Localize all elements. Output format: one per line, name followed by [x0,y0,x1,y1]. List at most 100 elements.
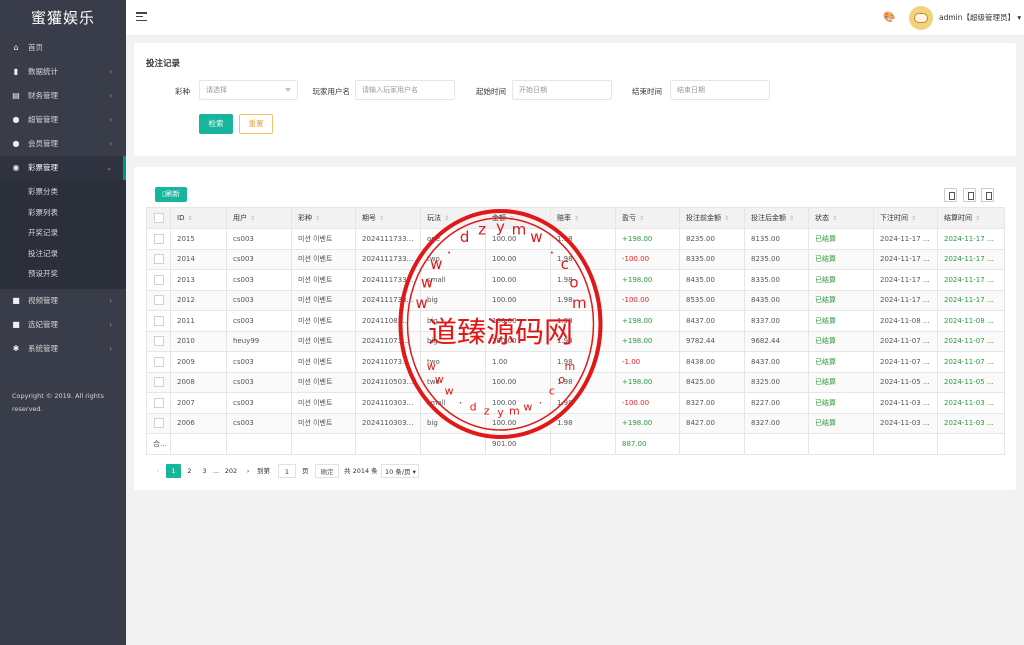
table-row[interactable]: 2006 cs003 미션 이벤트 202411030333... big 100.00 1… [146,412,1005,434]
avatar[interactable] [909,6,933,30]
sort-icon[interactable]: ⇕ [975,215,980,222]
row-checkbox[interactable] [153,233,164,244]
table-row[interactable]: 2015 cs003 미션 이벤트 202411173335 one 100.00 1.98… [146,228,1005,250]
sidebar-sidebar-items-1[interactable]: ▮ 数据统计 › [0,60,126,84]
table-cell: 2024-11-05 ... [873,371,938,393]
column-header[interactable]: 玩法 ⇕ [420,207,486,229]
goto-page-input[interactable]: 1 [278,464,296,478]
column-header[interactable]: 结算时间 ⇕ [937,207,1005,229]
export-button[interactable] [963,188,976,202]
column-header[interactable]: ID ⇕ [170,207,227,229]
table-row[interactable]: 2011 cs003 미션 이벤트 202411083... big 100.00 1.98… [146,310,1005,332]
sidebar-sidebar-items-4[interactable]: ● 会员管理 › [0,132,126,156]
table-cell: 8335.00 [679,248,745,270]
column-header[interactable]: 状态 ⇕ [808,207,874,229]
column-header[interactable]: 金额 ⇕ [485,207,551,229]
submenu-item-1[interactable]: 彩票列表 [0,203,126,224]
next-page-button[interactable]: › [244,464,252,478]
table-row[interactable]: 2013 cs003 미션 이벤트 202411173335 small 100.00 1.… [146,269,1005,291]
row-select-cell [146,412,171,434]
sort-icon[interactable]: ⇕ [832,215,837,222]
row-checkbox[interactable] [153,418,164,429]
page-button[interactable]: 202 [223,464,239,478]
print-button[interactable] [981,188,994,202]
column-header[interactable]: 期号 ⇕ [355,207,421,229]
column-header[interactable]: 投注前金额 ⇕ [679,207,745,229]
sort-icon[interactable]: ⇕ [509,215,514,222]
sort-icon[interactable]: ⇕ [379,215,384,222]
sort-icon[interactable]: ⇕ [444,215,449,222]
sort-icon[interactable]: ⇕ [724,215,729,222]
end-date-input[interactable]: 结束日期 [670,80,770,100]
sort-icon[interactable]: ⇕ [911,215,916,222]
table-cell: 8438.00 [679,351,745,373]
table-cell: 2013 [170,269,227,291]
table-row[interactable]: 2009 cs003 미션 이벤트 202411073... two 1.00 1.98 -1… [146,351,1005,373]
column-filter-button[interactable] [944,188,957,202]
row-checkbox[interactable] [153,254,164,265]
sidebar-sidebar-items-5[interactable]: ◉ 彩票管理 ⌄ [0,156,126,180]
row-checkbox[interactable] [153,356,164,367]
column-header[interactable]: 彩种 ⇕ [291,207,356,229]
menu-toggle-icon[interactable] [136,12,147,22]
table-cell: 8337.00 [744,310,809,332]
submenu-item-4[interactable]: 预设开奖 [0,264,126,285]
table-cell: 已结算 [808,310,874,332]
page-button[interactable]: 2 [183,464,196,478]
goto-confirm-button[interactable]: 确定 [315,464,339,478]
page-size-select[interactable]: 10 条/页 ▾ [381,464,419,478]
table-row[interactable]: 2010 heuy99 미션 이벤트 202411073... big 100.00 1.9… [146,330,1005,352]
table-cell: 미션 이벤트 [291,289,356,311]
palette-icon[interactable]: 🎨 [883,12,895,23]
player-username-input[interactable]: 请输入玩家用户名 [355,80,455,100]
table-row[interactable]: 2012 cs003 미션 이벤트 202411173335 big 100.00 1.98… [146,289,1005,311]
refresh-button[interactable]: ▯刷新 [155,187,187,202]
sort-icon[interactable]: ⇕ [315,215,320,222]
sort-icon[interactable]: ⇕ [250,215,255,222]
prev-page-button[interactable]: ‹ [154,464,162,478]
start-date-input[interactable]: 开始日期 [512,80,612,100]
column-header[interactable]: 下注时间 ⇕ [873,207,938,229]
table-cell: 202411073... [355,351,421,373]
table-card: ▯刷新 ID ⇕ 用户 ⇕ 彩种 ⇕ 期号 ⇕ 玩法 ⇕ 金额 ⇕ 赔率 ⇕ 盈亏 ⇕ 投注前金额 ⇕ 投注后金额 ⇕… [134,167,1016,490]
sort-icon[interactable]: ⇕ [789,215,794,222]
column-header[interactable]: 投注后金额 ⇕ [744,207,809,229]
sidebar-sidebar-items_after-0[interactable]: ■ 视频管理 › [0,289,126,313]
select-all-checkbox[interactable] [153,213,164,223]
sidebar-sidebar-items-2[interactable]: ▤ 财务管理 › [0,84,126,108]
reset-button[interactable]: 重置 [239,114,273,134]
submenu-item-0[interactable]: 彩票分类 [0,182,126,203]
page-button[interactable]: 3 [199,464,210,478]
sort-icon[interactable]: ⇕ [574,215,579,222]
row-checkbox[interactable] [153,336,164,347]
row-checkbox[interactable] [153,377,164,388]
column-header[interactable]: 用户 ⇕ [226,207,292,229]
table-cell: 미션 이벤트 [291,371,356,393]
table-row[interactable]: 2014 cs003 미션 이벤트 202411173335 two 100.00 1.98… [146,248,1005,270]
row-checkbox[interactable] [153,397,164,408]
search-button[interactable]: 检索 [199,114,233,134]
table-row[interactable]: 2008 cs003 미션 이벤트 202411050310 two 100.00 1.98… [146,371,1005,393]
column-header[interactable]: 盈亏 ⇕ [615,207,680,229]
row-checkbox[interactable] [153,315,164,326]
row-checkbox[interactable] [153,274,164,285]
sidebar-sidebar-items_after-2[interactable]: ✱ 系统管理 › [0,337,126,361]
camera-icon: ■ [12,319,20,329]
sidebar-sidebar-items-0[interactable]: ⌂ 首页 [0,36,126,60]
chevron-right-icon: › [109,92,112,100]
row-select-cell [146,330,171,352]
submenu-item-3[interactable]: 投注记录 [0,244,126,265]
table-cell: 2024-11-08 11:42: [937,310,1005,332]
sidebar-sidebar-items_after-1[interactable]: ■ 选妃管理 › [0,313,126,337]
row-checkbox[interactable] [153,295,164,306]
sidebar-sidebar-items-3[interactable]: ● 超管管理 › [0,108,126,132]
sort-icon[interactable]: ⇕ [639,215,644,222]
admin-user-menu[interactable]: admin【超级管理员】 ▾ [939,12,1021,23]
table-row[interactable]: 2007 cs003 미션 이벤트 202411030333 small 100.00 1.… [146,392,1005,414]
sort-icon[interactable]: ⇕ [187,215,192,222]
submenu-item-2[interactable]: 开奖记录 [0,223,126,244]
column-header[interactable]: 赔率 ⇕ [550,207,616,229]
lottery-select[interactable]: 请选择 [199,80,298,100]
page-button[interactable]: 1 [166,464,181,478]
table-cell: cs003 [226,412,292,434]
